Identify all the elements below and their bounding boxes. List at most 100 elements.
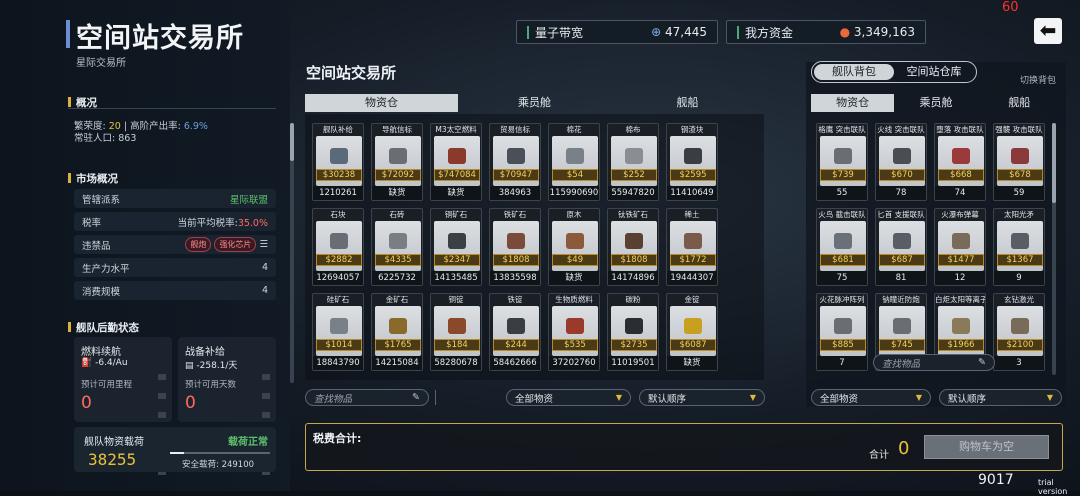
item-card[interactable]: 硅矿石 $1014 18843790 (312, 293, 364, 371)
item-name: 堕落 攻击联队 (936, 125, 984, 134)
item-card[interactable]: 铜矿石 $2347 14135485 (430, 208, 482, 286)
title-accent (66, 20, 70, 48)
item-card[interactable]: 导航信标 $72092 缺货 (371, 123, 423, 201)
item-quantity: 11410649 (667, 186, 717, 200)
item-price: $6087 (670, 339, 716, 351)
item-card[interactable]: 火鸟 截击联队 $681 75 (816, 208, 868, 286)
item-price: $30238 (316, 169, 362, 181)
market-heading: 市场概况 (68, 171, 118, 186)
item-card[interactable]: 太阳光矛 $1367 9 (993, 208, 1045, 286)
bandwidth-icon: ⊕ (651, 25, 662, 39)
switch-station-warehouse[interactable]: 空间站仓库 (894, 64, 974, 80)
item-card[interactable]: 铁锭 $244 58462666 (489, 293, 541, 371)
inventory-sort-select[interactable]: 默认顺序 ▼ (939, 389, 1062, 406)
tab-crew[interactable]: 乘员舱 (458, 94, 611, 112)
faction-row: 管辖派系 星际联盟 (74, 189, 276, 208)
load-value: 38255 (88, 450, 137, 469)
item-card[interactable]: 金矿石 $1765 14215084 (371, 293, 423, 371)
item-card[interactable]: 火瀑布弹幕 $1477 12 (934, 208, 986, 286)
switch-fleet-bag[interactable]: 舰队背包 (814, 64, 894, 80)
back-arrow-icon[interactable]: ⬅ (1034, 18, 1062, 44)
item-quantity: 11019501 (608, 356, 658, 370)
item-card[interactable]: M3太空燃料 $747084 缺货 (430, 123, 482, 201)
item-price: $885 (820, 339, 866, 351)
supply-box: 战备补给 ▤ -258.1/天 预计可用天数 0 (178, 337, 276, 475)
chevron-down-icon: ▼ (915, 393, 922, 402)
item-card[interactable]: 玄钻激光 $2100 3 (993, 293, 1045, 371)
inventory-search-input[interactable]: 查找物品 ✎ (873, 354, 995, 371)
funds-display: 我方资金 ● 3,349,163 (726, 20, 926, 44)
item-quantity: 78 (876, 186, 926, 200)
item-price: $535 (552, 339, 598, 351)
item-quantity: 1210261 (313, 186, 363, 200)
item-card[interactable]: 生物质燃料 $535 37202760 (548, 293, 600, 371)
item-card[interactable]: 匕首 支援联队 $687 81 (875, 208, 927, 286)
exchange-filter-select[interactable]: 全部物资 ▼ (506, 389, 631, 406)
item-price: $2347 (434, 254, 480, 266)
safe-load: 安全载荷: 249100 (182, 460, 255, 470)
item-price: $72092 (375, 169, 421, 181)
item-card[interactable]: 稀土 $1772 19444307 (666, 208, 718, 286)
item-quantity: 7 (817, 356, 867, 370)
exchange-grid: 舰队补给 $30238 1210261 导航信标 $72092 缺货 M3太空燃料 $7470… (312, 123, 718, 371)
item-price: $668 (938, 169, 984, 181)
item-card[interactable]: 火线 突击联队 $670 78 (875, 123, 927, 201)
toggle-bag-label[interactable]: 切换背包 (1020, 73, 1056, 86)
list-icon[interactable]: ☰ (259, 239, 268, 250)
exchange-title: 空间站交易所 (306, 64, 397, 82)
divider (68, 108, 276, 109)
inventory-grid: 格鹰 突击联队 $739 55 火线 突击联队 $670 78 堕落 攻击联队 $668 74 强… (816, 123, 1045, 371)
cart-button[interactable]: 购物车为空 (924, 435, 1049, 459)
tab-goods[interactable]: 物资仓 (305, 94, 458, 112)
item-price: $4335 (375, 254, 421, 266)
exchange-sort-select[interactable]: 默认顺序 ▼ (639, 389, 765, 406)
item-card[interactable]: 棉花 $54 115990690 (548, 123, 600, 201)
load-title: 舰队物资载荷 (84, 437, 144, 448)
item-card[interactable]: 格鹰 突击联队 $739 55 (816, 123, 868, 201)
item-card[interactable]: 原木 $49 缺货 (548, 208, 600, 286)
item-card[interactable]: 钢渣块 $2595 11410649 (666, 123, 718, 201)
item-card[interactable]: 铁矿石 $1808 13835598 (489, 208, 541, 286)
item-name: 稀土 (684, 210, 700, 219)
item-quantity: 缺货 (372, 186, 422, 200)
inventory-filter-select[interactable]: 全部物资 ▼ (811, 389, 931, 406)
fleet-heading: 舰队后勤状态 (68, 320, 139, 335)
item-price: $739 (820, 169, 866, 181)
item-quantity: 75 (817, 271, 867, 285)
item-card[interactable]: 舰队补给 $30238 1210261 (312, 123, 364, 201)
total-value: 0 (898, 438, 910, 459)
tab-crew[interactable]: 乘员舱 (894, 94, 977, 112)
tab-ships[interactable]: 舰船 (978, 94, 1061, 112)
item-price: $681 (820, 254, 866, 266)
inventory-scrollbar[interactable] (1052, 123, 1056, 375)
item-name: 石砖 (389, 210, 405, 219)
exchange-scrollbar[interactable] (290, 123, 294, 383)
item-card[interactable]: 金锭 $6087 缺货 (666, 293, 718, 371)
item-price: $54 (552, 169, 598, 181)
contraband-badge[interactable]: 舰炮 (185, 237, 212, 252)
chevron-down-icon: ▼ (615, 393, 622, 402)
supply-value: 0 (185, 393, 196, 413)
exchange-search-input[interactable]: 查找物品 ✎ (305, 389, 429, 406)
tab-ships[interactable]: 舰船 (611, 94, 764, 112)
supply-sub: 预计可用天数 (185, 380, 237, 390)
item-card[interactable]: 石砖 $4335 6225732 (371, 208, 423, 286)
tab-goods[interactable]: 物资仓 (811, 94, 895, 112)
item-card[interactable]: 碳粉 $2735 11019501 (607, 293, 659, 371)
contraband-row: 违禁品 舰炮 强化芯片 ☰ (74, 235, 276, 254)
item-name: M3太空燃料 (435, 125, 477, 134)
contraband-badge[interactable]: 强化芯片 (214, 237, 257, 252)
page-subtitle: 星际交易所 (76, 58, 126, 69)
item-card[interactable]: 贸易信标 $70947 384963 (489, 123, 541, 201)
item-card[interactable]: 堕落 攻击联队 $668 74 (934, 123, 986, 201)
item-card[interactable]: 石块 $2882 12694057 (312, 208, 364, 286)
version-number: 9017 (978, 472, 1014, 488)
item-quantity: 58280678 (431, 356, 481, 370)
item-name: 强襲 攻击联队 (995, 125, 1043, 134)
item-card[interactable]: 铜锭 $184 58280678 (430, 293, 482, 371)
item-card[interactable]: 钛铁矿石 $1808 14174896 (607, 208, 659, 286)
item-card[interactable]: 棉布 $252 55947820 (607, 123, 659, 201)
item-card[interactable]: 火花脉冲阵列 $885 7 (816, 293, 868, 371)
item-quantity: 缺货 (431, 186, 481, 200)
item-card[interactable]: 强襲 攻击联队 $678 59 (993, 123, 1045, 201)
